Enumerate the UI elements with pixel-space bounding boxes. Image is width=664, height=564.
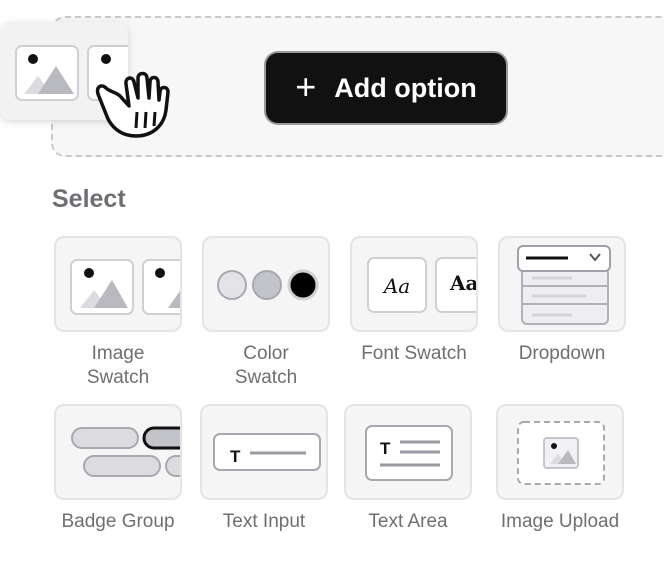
text-area-icon: T [365,425,453,481]
image-upload-icon [517,421,605,485]
font-swatch-option[interactable]: Aa Aa [350,236,478,332]
grab-hand-cursor-icon [95,71,170,138]
plus-icon: + [295,65,317,107]
badge-group-label: Badge Group [61,511,175,532]
font-sample-script: Aa [382,274,410,298]
image-upload-option[interactable] [496,404,624,500]
font-sample-serif: Aa [449,271,478,295]
badge-group-option[interactable] [54,404,182,500]
text-glyph: T [380,439,391,458]
font-swatch-label: Font Swatch [361,343,467,364]
text-input-label: Text Input [222,511,306,532]
dropdown-label: Dropdown [518,343,606,364]
section-title: Select [52,185,126,213]
color-swatch-label: Color Swatch [234,343,298,388]
image-swatch-label: Image Swatch [86,343,150,388]
add-option-label: Add option [334,72,477,103]
text-glyph: T [230,447,241,466]
text-area-option[interactable]: T [344,404,472,500]
image-upload-label: Image Upload [500,511,620,532]
text-input-option[interactable]: T [200,404,328,500]
color-swatch-icon [217,269,319,301]
color-swatch-option[interactable] [202,236,330,332]
image-swatch-icon [70,259,180,315]
add-option-button[interactable]: + Add option [266,53,506,123]
text-input-icon: T [213,433,321,471]
dropdown-icon [517,245,611,325]
image-swatch-option[interactable] [54,236,182,332]
badge-group-icon [71,426,180,477]
font-swatch-icon: Aa Aa [367,257,478,313]
dropdown-option[interactable] [498,236,626,332]
text-area-label: Text Area [368,511,448,532]
